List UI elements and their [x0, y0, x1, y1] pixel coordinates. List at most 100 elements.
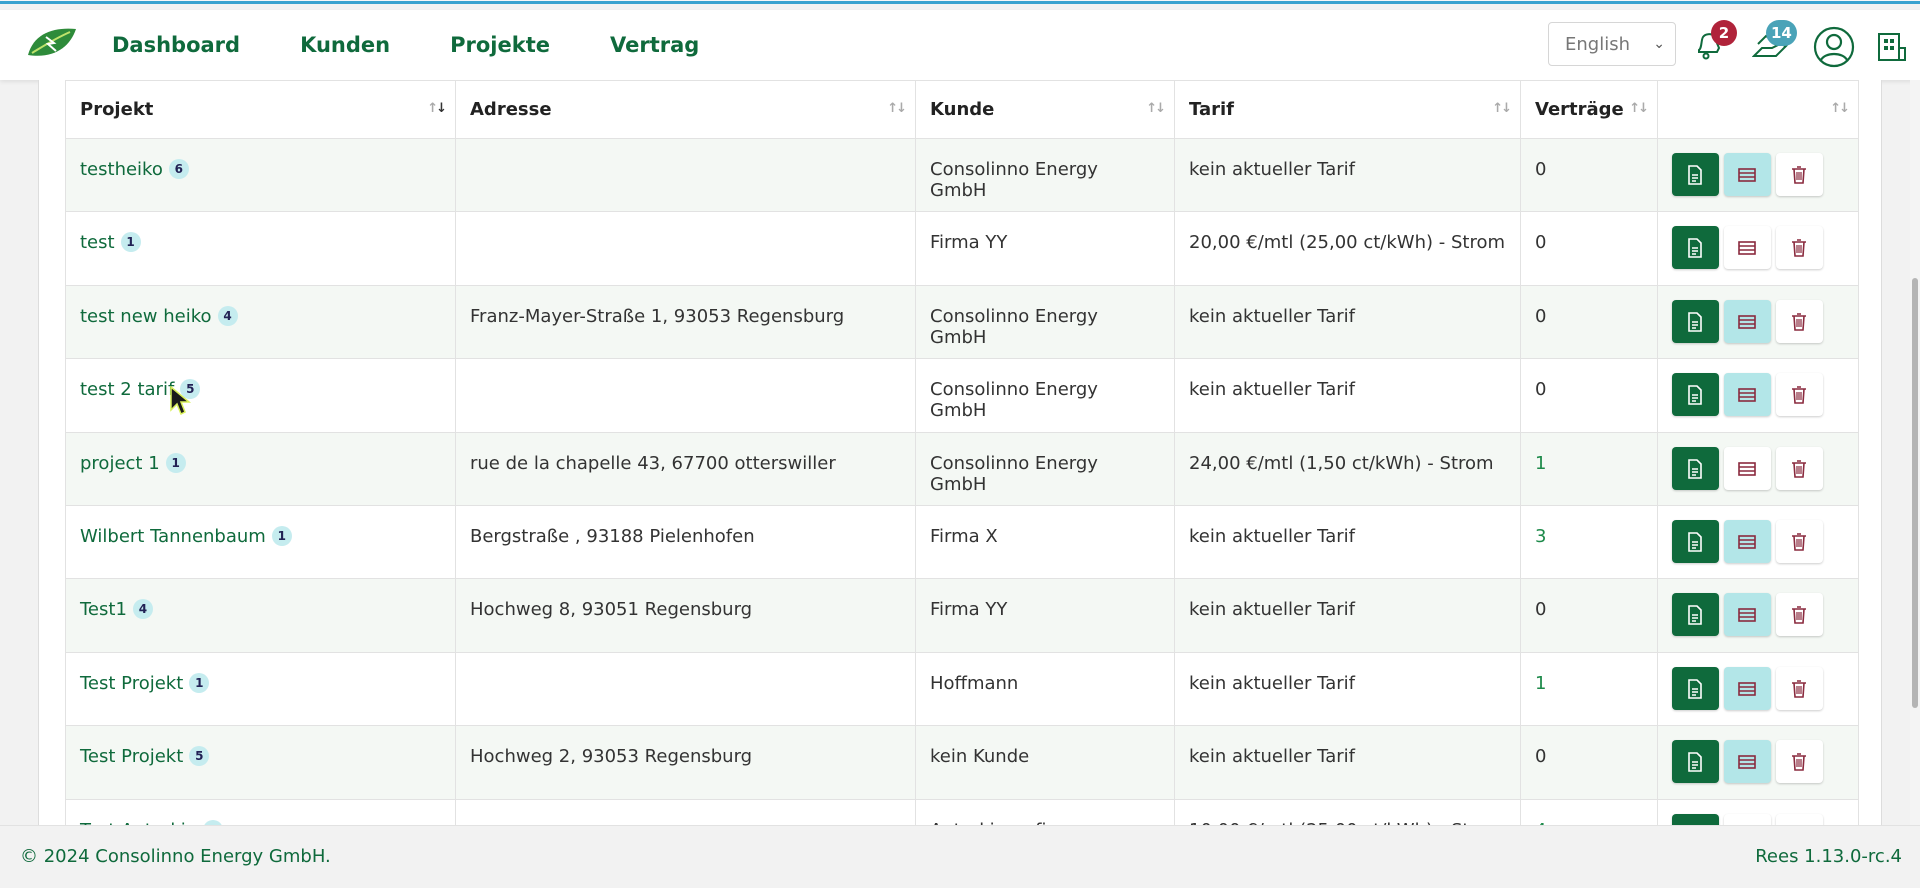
table-row[interactable]: Test Projekt 1 Hoffmann kein aktueller Tari… [65, 651, 1859, 727]
table-row[interactable]: Wilbert Tannenbaum 1 Bergstraße , 93188 Pi… [65, 504, 1859, 580]
cell-adresse [455, 798, 916, 825]
cell-adresse [455, 651, 916, 727]
consolinno-logo-icon[interactable] [24, 25, 78, 61]
nav-vertrag[interactable]: Vertrag [610, 33, 699, 57]
contracts-list-button[interactable] [1724, 446, 1771, 490]
column-header-adresse[interactable]: Adresse ↑↓ [455, 80, 916, 139]
sort-icon: ↑↓ [1146, 101, 1166, 116]
project-link[interactable]: Test1 [80, 599, 127, 620]
contracts-list-button[interactable] [1724, 519, 1771, 563]
delete-button[interactable] [1776, 153, 1823, 196]
column-header-kunde[interactable]: Kunde ↑↓ [915, 80, 1175, 139]
contracts-list-button[interactable] [1724, 153, 1771, 196]
delete-button[interactable] [1776, 299, 1823, 343]
project-link[interactable]: Test Projekt [80, 746, 183, 767]
project-count-badge: 1 [165, 452, 186, 473]
cell-projekt[interactable]: Wilbert Tannenbaum 1 [65, 504, 456, 580]
cell-projekt[interactable]: test 2 tarif 5 [65, 358, 456, 433]
delete-button[interactable] [1776, 446, 1823, 490]
document-button[interactable] [1672, 519, 1719, 563]
document-button[interactable] [1672, 299, 1719, 343]
nav-projekte[interactable]: Projekte [450, 33, 550, 57]
project-link[interactable]: project 1 [80, 453, 160, 474]
cell-projekt[interactable]: test 1 [65, 211, 456, 286]
cell-kunde: Firma X [915, 504, 1175, 580]
delete-button[interactable] [1776, 226, 1823, 270]
cell-projekt[interactable]: Test1 4 [65, 578, 456, 653]
project-link[interactable]: testheiko [80, 159, 163, 180]
cell-kunde: Consolinno Energy GmbH [915, 431, 1175, 506]
cell-vertraege: 0 [1520, 358, 1658, 433]
document-button[interactable] [1672, 740, 1719, 784]
project-count-badge: 4 [217, 305, 238, 326]
column-header-tarif[interactable]: Tarif ↑↓ [1174, 80, 1521, 139]
table-row[interactable]: Test1 4 Hochweg 8, 93051 Regensburg Firma Y… [65, 578, 1859, 653]
table-row[interactable]: Test Autarkie2 Autarkieprofis10,00 €/mtl … [65, 798, 1859, 825]
footer-copyright: © 2024 Consolinno Energy GmbH. [20, 846, 331, 867]
cell-tarif: 10,00 €/mtl (25,00 ct/kWh) - Strom [1174, 798, 1521, 825]
document-button[interactable] [1672, 593, 1719, 637]
document-button[interactable] [1672, 373, 1719, 417]
document-button[interactable] [1672, 226, 1719, 270]
delete-button[interactable] [1776, 593, 1823, 637]
contracts-list-button[interactable] [1724, 740, 1771, 784]
mouse-cursor-icon [170, 386, 192, 416]
contracts-list-button[interactable] [1724, 593, 1771, 637]
contracts-list-button[interactable] [1724, 373, 1771, 417]
project-link[interactable]: test 2 tarif [80, 379, 174, 400]
column-header-actions[interactable]: ↑↓ [1657, 80, 1859, 139]
project-link[interactable]: test [80, 232, 115, 253]
messages-button[interactable]: 14 [1751, 20, 1797, 66]
language-select[interactable]: English ⌄ [1548, 22, 1676, 66]
table-row[interactable]: test new heiko 4 Franz-Mayer-Straße 1, 930… [65, 284, 1859, 360]
cell-adresse: Hochweg 8, 93051 Regensburg [455, 578, 916, 653]
user-account-button[interactable] [1813, 26, 1855, 72]
project-link[interactable]: Test Projekt [80, 673, 183, 694]
document-button[interactable] [1672, 153, 1719, 196]
sort-desc-icon: ↑↓ [427, 101, 447, 116]
contracts-list-button[interactable] [1724, 299, 1771, 343]
cell-vertraege: 0 [1520, 725, 1658, 800]
contracts-list-button[interactable] [1724, 226, 1771, 270]
table-row[interactable]: test 1 Firma YY 20,00 €/mtl (25,00 ct/kWh) … [65, 211, 1859, 286]
table-row[interactable]: testheiko 6 Consolinno Energy GmbH kein akt… [65, 137, 1859, 213]
column-header-vertraege[interactable]: Verträge ↑↓ [1520, 80, 1658, 139]
page-scrollbar-thumb[interactable] [1912, 278, 1918, 708]
delete-button[interactable] [1776, 813, 1823, 825]
cell-projekt[interactable]: Test Autarkie2 [65, 798, 456, 825]
building-icon [1878, 33, 1906, 61]
nav-kunden[interactable]: Kunden [300, 33, 390, 57]
cell-tarif: kein aktueller Tarif [1174, 504, 1521, 580]
cell-kunde: Consolinno Energy GmbH [915, 137, 1175, 213]
project-link[interactable]: Wilbert Tannenbaum [80, 526, 266, 547]
delete-button[interactable] [1776, 740, 1823, 784]
contracts-list-button[interactable] [1724, 813, 1771, 825]
cell-projekt[interactable]: test new heiko 4 [65, 284, 456, 360]
cell-projekt[interactable]: Test Projekt 1 [65, 651, 456, 727]
column-header-projekt[interactable]: Projekt ↑↓ [65, 80, 456, 139]
nav-dashboard[interactable]: Dashboard [112, 33, 240, 57]
cell-kunde: Consolinno Energy GmbH [915, 284, 1175, 360]
document-button[interactable] [1672, 446, 1719, 490]
table-row[interactable]: Test Projekt 5 Hochweg 2, 93053 Regensburg… [65, 725, 1859, 800]
delete-button[interactable] [1776, 373, 1823, 417]
cell-projekt[interactable]: Test Projekt 5 [65, 725, 456, 800]
cell-vertraege: 0 [1520, 284, 1658, 360]
organization-button[interactable] [1875, 28, 1907, 68]
document-button[interactable] [1672, 813, 1719, 825]
notifications-button[interactable]: 2 [1693, 20, 1737, 66]
delete-button[interactable] [1776, 666, 1823, 710]
table-row[interactable]: project 1 1 rue de la chapelle 43, 67700 o… [65, 431, 1859, 506]
cell-adresse [455, 358, 916, 433]
cell-actions [1657, 137, 1859, 213]
cell-kunde: Firma YY [915, 211, 1175, 286]
document-button[interactable] [1672, 666, 1719, 710]
project-link[interactable]: test new heiko [80, 306, 212, 327]
cell-kunde: Hoffmann [915, 651, 1175, 727]
delete-button[interactable] [1776, 519, 1823, 563]
page-footer: © 2024 Consolinno Energy GmbH. Rees 1.13… [0, 825, 1920, 888]
contracts-list-button[interactable] [1724, 666, 1771, 710]
cell-projekt[interactable]: testheiko 6 [65, 137, 456, 213]
cell-projekt[interactable]: project 11 [65, 431, 456, 506]
table-row[interactable]: test 2 tarif 5 Consolinno Energy GmbH kein … [65, 358, 1859, 433]
